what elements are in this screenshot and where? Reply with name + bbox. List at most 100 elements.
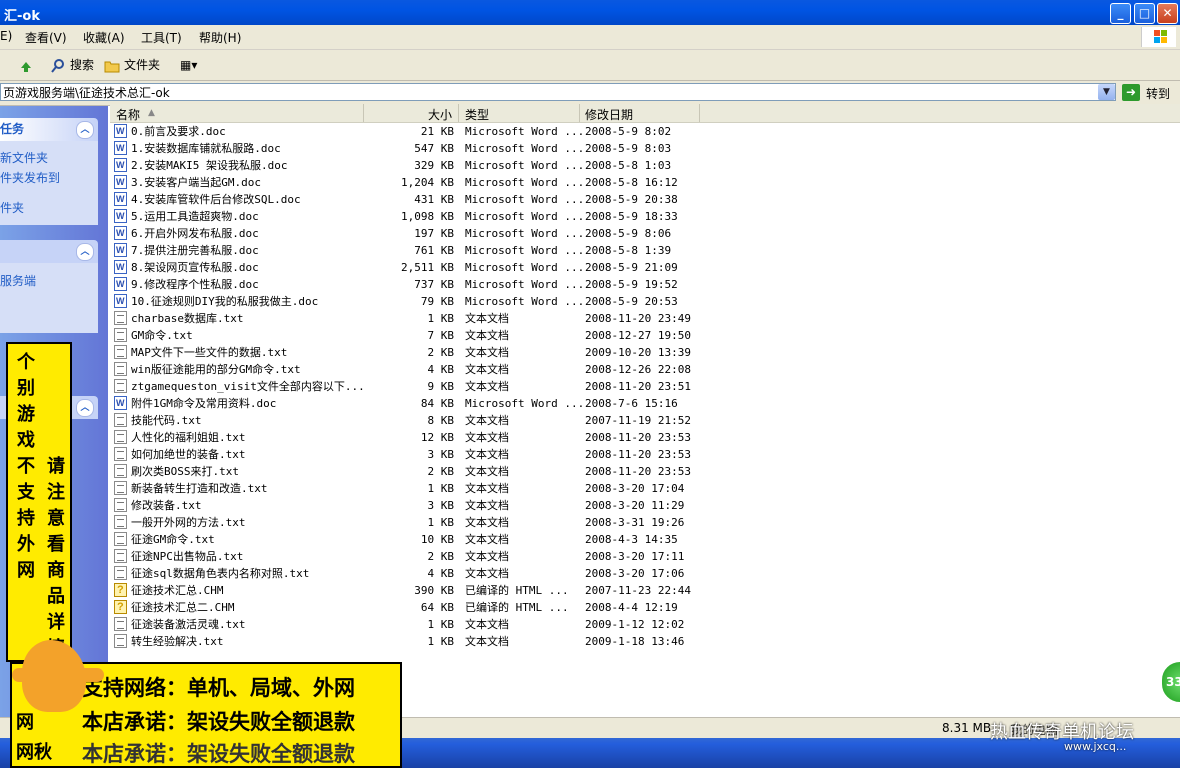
file-row[interactable]: 附件1GM命令及常用资料.doc 84 KB Microsoft Word ...2… xyxy=(110,395,1180,412)
file-date: 2008-7-6 15:16 xyxy=(585,397,678,410)
file-date: 2008-3-20 17:06 xyxy=(585,567,685,580)
file-row[interactable]: 征途GM命令.txt 10 KB 文本文档 2008-4-3 14:35 xyxy=(110,531,1180,548)
file-row[interactable]: ztgamequeston_visit文件全部内容以下... 9 KB 文本文档 20… xyxy=(110,378,1180,395)
file-row[interactable]: 4.安装库管软件后台修改SQL.doc 431 KB Microsoft Word … xyxy=(110,191,1180,208)
tasks-header[interactable]: 任务 ︿ xyxy=(0,118,98,141)
file-row[interactable]: 人性化的福利姐姐.txt 12 KB 文本文档 2008-11-20 23:53 xyxy=(110,429,1180,446)
col-size[interactable]: 大小 xyxy=(428,106,452,123)
collapse-icon[interactable]: ︿ xyxy=(76,399,94,417)
other-place-server[interactable]: 服务端 xyxy=(0,272,36,289)
file-row[interactable]: 刷次类BOSS来打.txt 2 KB 文本文档 2008-11-20 23:53 xyxy=(110,463,1180,480)
file-row[interactable]: GM命令.txt 7 KB 文本文档 2008-12-27 19:50 xyxy=(110,327,1180,344)
file-date: 2009-10-20 13:39 xyxy=(585,346,691,359)
maximize-button[interactable]: □ xyxy=(1134,3,1155,24)
file-row[interactable]: 10.征途规则DIY我的私服我做主.doc 79 KB Microsoft Word… xyxy=(110,293,1180,310)
menu-tools[interactable]: 工具(T) xyxy=(141,29,182,46)
file-row[interactable]: 8.架设网页宣传私服.doc 2,511 KB Microsoft Word ...… xyxy=(110,259,1180,276)
address-dropdown-icon[interactable]: ▼ xyxy=(1098,84,1115,100)
file-row[interactable]: 7.提供注册完善私服.doc 761 KB Microsoft Word ...20… xyxy=(110,242,1180,259)
word-doc-icon xyxy=(114,276,127,293)
col-date[interactable]: 修改日期 xyxy=(585,106,633,123)
file-size: 4 KB xyxy=(427,363,455,376)
word-doc-icon xyxy=(114,225,127,242)
search-button[interactable]: 搜索 xyxy=(50,56,94,74)
file-row[interactable]: 征途sql数据角色表内名称对照.txt 4 KB 文本文档 2008-3-20 17:… xyxy=(110,565,1180,582)
task-new-folder[interactable]: 新文件夹 xyxy=(0,149,48,166)
word-doc-icon xyxy=(114,157,127,174)
file-type: 文本文档 xyxy=(465,414,509,427)
file-name: 一般开外网的方法.txt xyxy=(131,516,246,529)
collapse-icon[interactable]: ︿ xyxy=(76,121,94,139)
file-row[interactable]: 5.运用工具造超爽物.doc 1,098 KB Microsoft Word ...… xyxy=(110,208,1180,225)
file-row[interactable]: 技能代码.txt 8 KB 文本文档 2007-11-19 21:52 xyxy=(110,412,1180,429)
file-date: 2008-5-8 1:39 xyxy=(585,244,672,257)
banner-col2: 请注意看商品详情 xyxy=(47,456,65,659)
address-input[interactable]: 页游戏服务端\征途技术总汇-ok xyxy=(0,83,1116,101)
menu-view[interactable]: 查看(V) xyxy=(25,29,67,46)
toolbar: 搜索 文件夹 ▦▾ xyxy=(0,50,1180,81)
folders-button[interactable]: 文件夹 xyxy=(104,56,160,74)
file-row[interactable]: 一般开外网的方法.txt 1 KB 文本文档 2008-3-31 19:26 xyxy=(110,514,1180,531)
file-row[interactable]: MAP文件下一些文件的数据.txt 2 KB 文本文档 2009-10-20 13:3… xyxy=(110,344,1180,361)
go-arrow-icon[interactable]: ➜ xyxy=(1122,84,1140,101)
file-size: 431 KB xyxy=(414,193,454,206)
file-type: 文本文档 xyxy=(465,448,509,461)
up-folder-button[interactable] xyxy=(18,56,38,74)
file-type: 文本文档 xyxy=(465,635,509,648)
file-type: 文本文档 xyxy=(465,482,509,495)
file-row[interactable]: 征途装备激活灵魂.txt 1 KB 文本文档 2009-1-12 12:02 xyxy=(110,616,1180,633)
file-type: 文本文档 xyxy=(465,499,509,512)
other-places-header[interactable]: ︿ xyxy=(0,240,98,263)
col-type[interactable]: 类型 xyxy=(465,106,489,123)
file-row[interactable]: 转生经验解决.txt 1 KB 文本文档 2009-1-18 13:46 xyxy=(110,633,1180,650)
file-row[interactable]: 6.开启外网发布私服.doc 197 KB Microsoft Word ...20… xyxy=(110,225,1180,242)
col-name[interactable]: 名称 xyxy=(116,106,140,123)
file-size: 1 KB xyxy=(427,618,455,631)
file-date: 2008-4-3 14:35 xyxy=(585,533,678,546)
file-row[interactable]: 修改装备.txt 3 KB 文本文档 2008-3-20 11:29 xyxy=(110,497,1180,514)
file-date: 2008-11-20 23:53 xyxy=(585,448,691,461)
file-size: 3 KB xyxy=(427,499,455,512)
menu-favorites[interactable]: 收藏(A) xyxy=(83,29,125,46)
text-file-icon xyxy=(114,634,127,648)
task-publish-folder[interactable]: 件夹发布到 xyxy=(0,169,60,186)
collapse-icon[interactable]: ︿ xyxy=(76,243,94,261)
file-row[interactable]: 新装备转生打造和改造.txt 1 KB 文本文档 2008-3-20 17:04 xyxy=(110,480,1180,497)
file-date: 2008-11-20 23:51 xyxy=(585,380,691,393)
file-size: 2 KB xyxy=(427,346,455,359)
word-doc-icon xyxy=(114,140,127,157)
file-name: 新装备转生打造和改造.txt xyxy=(131,482,268,495)
file-name: 征途GM命令.txt xyxy=(131,533,215,546)
file-row[interactable]: charbase数据库.txt 1 KB 文本文档 2008-11-20 23:49 xyxy=(110,310,1180,327)
file-size: 21 KB xyxy=(420,125,454,138)
close-button[interactable]: ✕ xyxy=(1157,3,1178,24)
menu-help[interactable]: 帮助(H) xyxy=(199,29,241,46)
tasks-header-label: 任务 xyxy=(0,122,25,136)
windows-flag-icon xyxy=(1154,30,1167,43)
file-name: charbase数据库.txt xyxy=(131,312,244,325)
go-button[interactable]: 转到 xyxy=(1146,85,1170,102)
file-row[interactable]: 1.安装数据库铺就私服路.doc 547 KB Microsoft Word ...… xyxy=(110,140,1180,157)
minimize-button[interactable]: _ xyxy=(1110,3,1131,24)
file-size: 197 KB xyxy=(414,227,454,240)
file-name: 转生经验解决.txt xyxy=(131,635,224,648)
views-button[interactable]: ▦▾ xyxy=(180,56,197,74)
task-share-folder[interactable]: 件夹 xyxy=(0,199,24,216)
file-row[interactable]: 如何加绝世的装备.txt 3 KB 文本文档 2008-11-20 23:53 xyxy=(110,446,1180,463)
file-row[interactable]: 征途NPC出售物品.txt 2 KB 文本文档 2008-3-20 17:11 xyxy=(110,548,1180,565)
file-row[interactable]: 征途技术汇总二.CHM 64 KB 已编译的 HTML ... 2008-4-4 12… xyxy=(110,599,1180,616)
text-file-icon xyxy=(114,447,127,461)
file-date: 2008-3-31 19:26 xyxy=(585,516,685,529)
green-badge[interactable]: 33 xyxy=(1160,660,1180,704)
address-bar: 页游戏服务端\征途技术总汇-ok ▼ ➜ 转到 xyxy=(0,81,1180,106)
file-row[interactable]: 3.安装客户端当起GM.doc 1,204 KB Microsoft Word ..… xyxy=(110,174,1180,191)
file-row[interactable]: 2.安装MAKI5 架设我私服.doc 329 KB Microsoft Word … xyxy=(110,157,1180,174)
file-type: Microsoft Word ... xyxy=(465,159,585,172)
menu-edit[interactable]: E) xyxy=(0,29,12,43)
file-row[interactable]: 9.修改程序个性私服.doc 737 KB Microsoft Word ...20… xyxy=(110,276,1180,293)
file-row[interactable]: 0.前言及要求.doc 21 KB Microsoft Word ...2008-5… xyxy=(110,123,1180,140)
menu-bar: E) 查看(V) 收藏(A) 工具(T) 帮助(H) xyxy=(0,25,1180,50)
banner-line2: 本店承诺：架设失败全额退款 xyxy=(82,710,355,734)
file-row[interactable]: 征途技术汇总.CHM 390 KB 已编译的 HTML ... 2007-11-23 … xyxy=(110,582,1180,599)
file-row[interactable]: win版征途能用的部分GM命令.txt 4 KB 文本文档 2008-12-26 22… xyxy=(110,361,1180,378)
